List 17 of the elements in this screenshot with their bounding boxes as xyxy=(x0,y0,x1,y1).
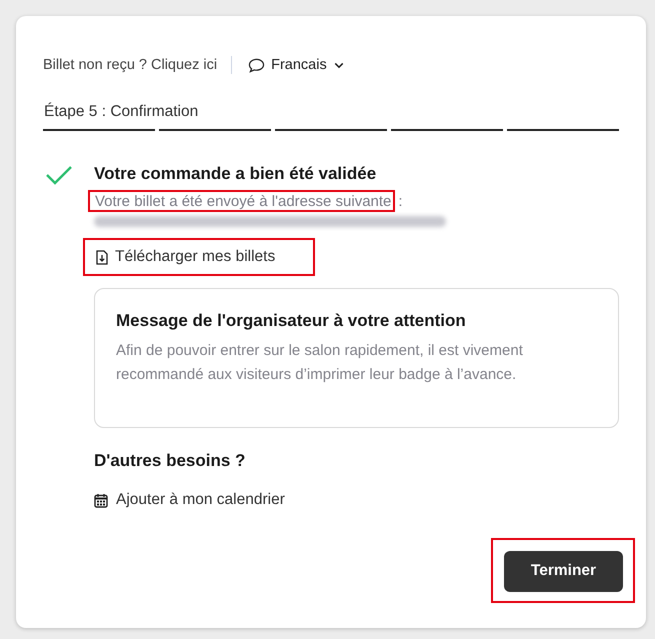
section-heading: D'autres besoins ? xyxy=(94,451,246,471)
speech-bubble-icon xyxy=(248,58,266,72)
file-download-icon xyxy=(96,250,108,264)
message-text: Afin de pouvoir entrer sur le salon rapidement, il est vivement recommandé aux visiteurs d’imprimer leur badge à l’avance. xyxy=(116,341,524,385)
checkmark-icon xyxy=(45,165,73,185)
colon-text: : xyxy=(398,192,403,210)
missing-ticket-link[interactable]: Billet non reçu ? Cliquez ici xyxy=(43,57,218,73)
download-tickets-link[interactable]: Télécharger mes billets xyxy=(83,238,316,276)
add-to-calendar-link[interactable]: Ajouter à mon calendrier xyxy=(94,491,285,509)
language-selector[interactable]: Francais xyxy=(248,57,344,73)
finish-button[interactable]: Terminer xyxy=(504,550,623,592)
message-title: Message de l'organisateur à votre attention xyxy=(116,311,467,331)
caret-icon xyxy=(334,62,344,68)
calendar-icon xyxy=(94,492,108,508)
address-notice: Votre billet a été envoyé à l'adresse suivante xyxy=(88,190,396,212)
step-label: Étape 5 : Confirmation xyxy=(43,103,198,121)
confirmation-title: Votre commande a bien été validée xyxy=(94,164,378,184)
